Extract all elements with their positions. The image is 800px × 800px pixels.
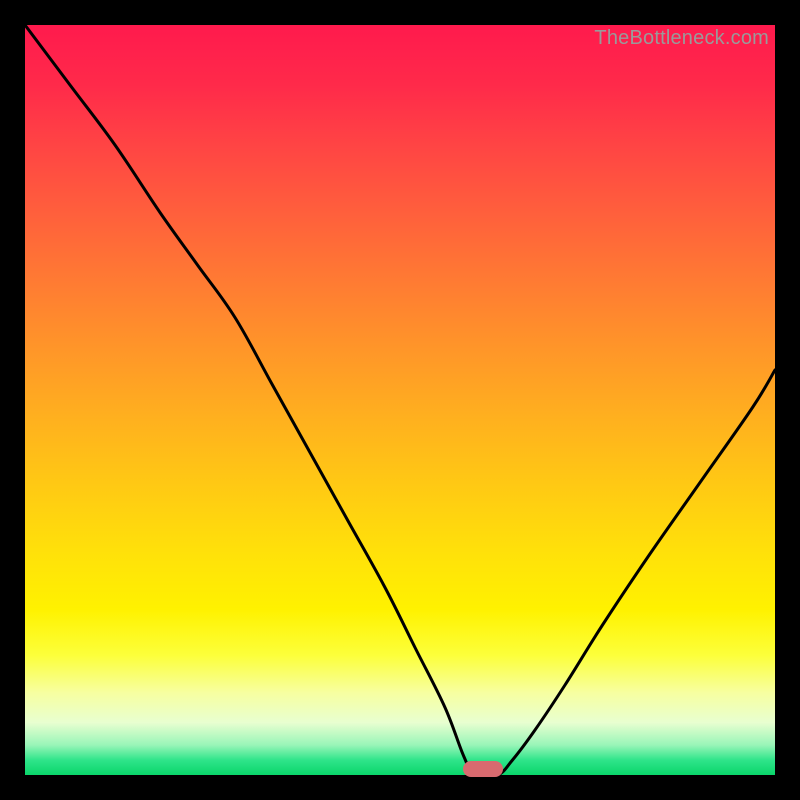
watermark-text: TheBottleneck.com xyxy=(594,27,769,50)
plot-area: TheBottleneck.com xyxy=(25,25,775,775)
bottleneck-curve xyxy=(25,25,775,775)
chart-frame: TheBottleneck.com xyxy=(0,0,800,800)
optimal-marker xyxy=(463,761,503,777)
